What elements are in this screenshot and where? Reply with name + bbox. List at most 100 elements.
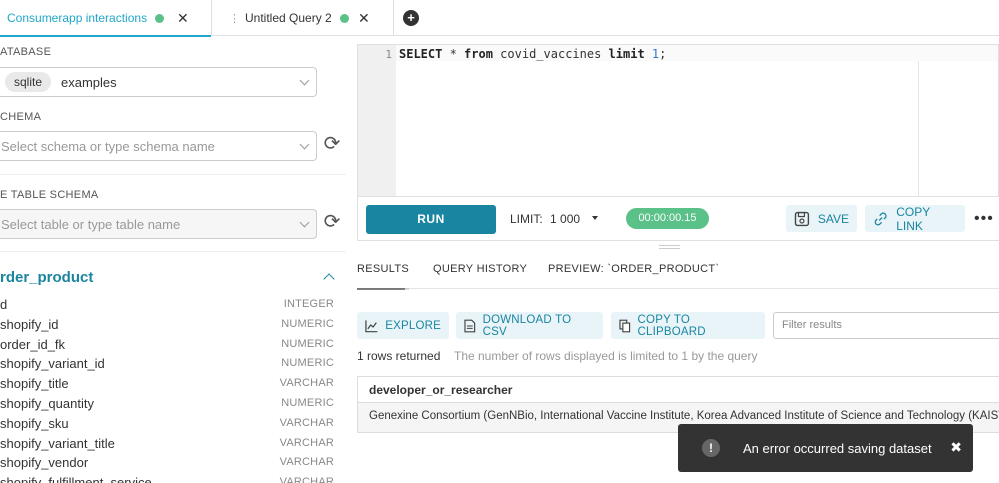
add-tab-icon[interactable]: + bbox=[403, 10, 419, 26]
chevron-up-icon[interactable] bbox=[323, 273, 335, 285]
results-tabs: RESULTS QUERY HISTORY PREVIEW: `ORDER_PR… bbox=[357, 254, 999, 290]
database-label: ATABASE bbox=[0, 46, 52, 58]
column-name: shopify_variant_id bbox=[0, 356, 105, 372]
file-icon bbox=[464, 319, 476, 332]
column-row: shopify_title VARCHAR bbox=[0, 374, 334, 394]
column-type: INTEGER bbox=[283, 298, 334, 310]
caret-down-icon[interactable] bbox=[592, 216, 598, 220]
limit-value: 1 000 bbox=[550, 212, 581, 226]
column-name: shopify_fulfillment_service bbox=[0, 475, 152, 483]
limit-dropdown[interactable]: LIMIT: 1 000 bbox=[510, 212, 580, 226]
chart-line-icon bbox=[365, 319, 378, 332]
refresh-icon[interactable]: ⟳ bbox=[320, 132, 344, 156]
copy-link-button[interactable]: COPY LINK bbox=[865, 204, 965, 233]
copy-to-clipboard-label: COPY TO CLIPBOARD bbox=[637, 313, 706, 338]
download-csv-button[interactable]: DOWNLOAD TO CSV bbox=[456, 312, 603, 339]
toast-message: An error occurred saving dataset bbox=[743, 440, 932, 456]
drag-grip-icon[interactable]: ⋮ bbox=[229, 12, 240, 25]
print-margin bbox=[918, 61, 919, 196]
divider bbox=[0, 174, 346, 175]
status-dot-icon bbox=[339, 13, 349, 23]
rows-returned: 1 rows returned bbox=[357, 349, 441, 363]
download-csv-label: DOWNLOAD TO CSV bbox=[482, 313, 572, 338]
column-name: shopify_variant_title bbox=[0, 435, 115, 451]
column-row: shopify_variant_title VARCHAR bbox=[0, 434, 334, 454]
tab-results[interactable]: RESULTS bbox=[357, 263, 410, 290]
copy-icon bbox=[619, 319, 631, 332]
schema-label: CHEMA bbox=[0, 111, 42, 123]
sql-editor[interactable]: 1 SELECT * from covid_vaccines limit 1; bbox=[357, 44, 999, 197]
save-label: SAVE bbox=[817, 211, 849, 226]
column-name: shopify_title bbox=[0, 376, 69, 392]
column-header[interactable]: developer_or_researcher bbox=[358, 377, 999, 403]
sql-keyword: limit bbox=[608, 47, 645, 61]
tab-consumerapp-interactions[interactable]: Consumerapp interactions ✕ bbox=[0, 0, 212, 37]
column-type: VARCHAR bbox=[279, 436, 334, 449]
sql-code[interactable]: SELECT * from covid_vaccines limit 1; bbox=[399, 47, 666, 61]
column-type: VARCHAR bbox=[279, 416, 334, 429]
table-name[interactable]: rder_product bbox=[0, 269, 93, 286]
tab-label: Consumerapp interactions bbox=[7, 11, 148, 25]
column-type: VARCHAR bbox=[279, 456, 334, 469]
column-type: NUMERIC bbox=[281, 337, 334, 350]
error-toast: ! An error occurred saving dataset ✖ bbox=[678, 424, 973, 472]
tab-preview[interactable]: PREVIEW: `ORDER_PRODUCT` bbox=[548, 263, 719, 275]
backend-pill: sqlite bbox=[5, 72, 52, 92]
column-row: d INTEGER bbox=[0, 295, 334, 315]
active-tab-indicator bbox=[357, 288, 405, 290]
sql-keyword: from bbox=[464, 47, 493, 61]
database-value: examples bbox=[61, 74, 117, 90]
database-select[interactable]: sqlite examples bbox=[0, 67, 317, 97]
explore-button[interactable]: EXPLORE bbox=[357, 312, 449, 339]
chevron-down-icon bbox=[299, 139, 310, 150]
column-name: shopify_id bbox=[0, 316, 59, 332]
resize-handle[interactable] bbox=[659, 245, 680, 249]
line-number: 1 bbox=[385, 48, 392, 61]
copy-to-clipboard-button[interactable]: COPY TO CLIPBOARD bbox=[611, 312, 765, 339]
sql-keyword: SELECT bbox=[399, 47, 443, 61]
close-icon[interactable]: ✖ bbox=[950, 439, 962, 456]
status-dot-icon bbox=[155, 13, 165, 23]
save-button[interactable]: SAVE bbox=[786, 205, 857, 232]
copy-link-label: COPY LINK bbox=[896, 204, 931, 233]
column-type: NUMERIC bbox=[281, 317, 334, 330]
chevron-down-icon bbox=[299, 217, 310, 228]
editor-gutter: 1 bbox=[358, 45, 396, 196]
close-icon[interactable]: ✕ bbox=[177, 10, 189, 27]
tab-label: Untitled Query 2 bbox=[245, 11, 332, 25]
column-name: order_id_fk bbox=[0, 336, 66, 352]
query-timer: 00:00:00.15 bbox=[626, 208, 709, 229]
more-options-icon[interactable]: ••• bbox=[974, 211, 994, 227]
sql-text: * bbox=[442, 47, 465, 61]
tab-query-history[interactable]: QUERY HISTORY bbox=[433, 263, 527, 275]
tab-untitled-query-2[interactable]: ⋮ Untitled Query 2 ✕ bbox=[212, 0, 394, 36]
column-type: VARCHAR bbox=[279, 377, 334, 390]
column-name: shopify_quantity bbox=[0, 395, 94, 411]
column-type: NUMERIC bbox=[281, 396, 334, 409]
column-name: shopify_sku bbox=[0, 415, 69, 431]
schema-select[interactable]: Select schema or type schema name bbox=[0, 131, 317, 161]
query-tab-bar: Consumerapp interactions ✕ ⋮ Untitled Qu… bbox=[0, 0, 999, 37]
column-row: shopify_fulfillment_service VARCHAR bbox=[0, 473, 334, 483]
filter-results-input[interactable]: Filter results bbox=[773, 312, 999, 339]
save-icon bbox=[794, 211, 810, 226]
sql-text: covid_vaccines bbox=[492, 47, 609, 61]
column-row: shopify_sku VARCHAR bbox=[0, 414, 334, 434]
close-icon[interactable]: ✕ bbox=[358, 10, 370, 27]
column-row: shopify_variant_id NUMERIC bbox=[0, 354, 334, 374]
table-placeholder: Select table or type table name bbox=[1, 216, 181, 232]
column-name: shopify_vendor bbox=[0, 455, 89, 471]
run-button[interactable]: RUN bbox=[366, 205, 496, 234]
limit-note: The number of rows displayed is limited … bbox=[454, 349, 758, 363]
table-schema-label: E TABLE SCHEMA bbox=[0, 189, 99, 201]
explore-label: EXPLORE bbox=[385, 319, 441, 332]
column-row: shopify_vendor VARCHAR bbox=[0, 453, 334, 473]
column-type: VARCHAR bbox=[279, 476, 334, 483]
column-row: shopify_id NUMERIC bbox=[0, 315, 334, 335]
table-select[interactable]: Select table or type table name bbox=[0, 209, 317, 239]
sql-text: ; bbox=[659, 47, 667, 61]
divider bbox=[0, 251, 346, 252]
chevron-down-icon bbox=[299, 75, 310, 86]
refresh-icon[interactable]: ⟳ bbox=[320, 210, 344, 234]
